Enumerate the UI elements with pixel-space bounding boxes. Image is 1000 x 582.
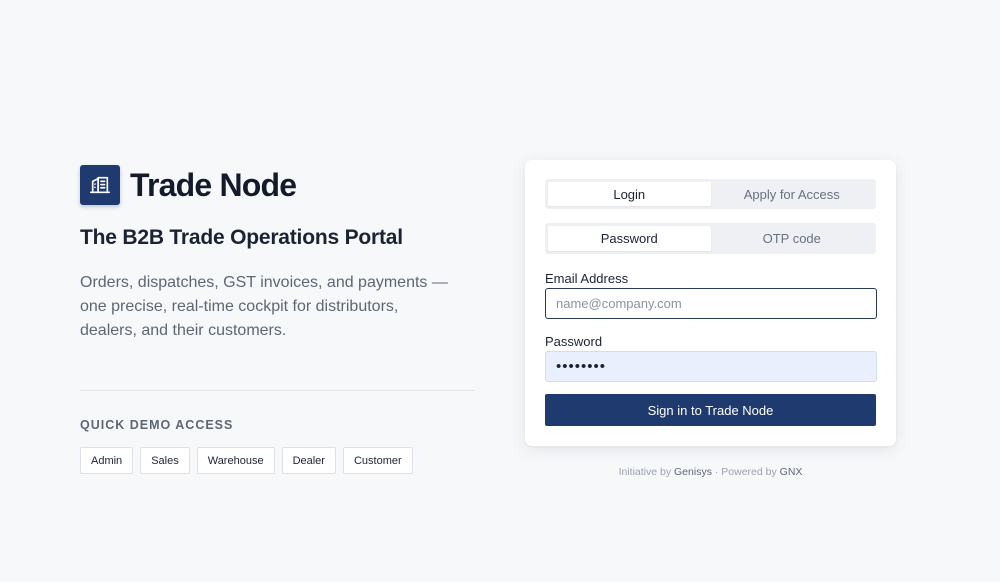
password-field[interactable] [545, 351, 877, 382]
demo-role-customer[interactable]: Customer [342, 447, 413, 474]
footer-separator: · [714, 466, 719, 478]
page-description: Orders, dispatches, GST invoices, and pa… [80, 274, 448, 339]
auth-mode-tabs: Login Apply for Access [545, 179, 876, 209]
page-title: The B2B Trade Operations Portal [80, 226, 403, 249]
tab-apply-for-access[interactable]: Apply for Access [711, 182, 874, 206]
brand: Trade Node [80, 165, 297, 205]
email-label: Email Address [545, 271, 629, 286]
building-icon [80, 165, 120, 205]
footer-powered-prefix: Powered by [721, 466, 777, 478]
login-card: Login Apply for Access Password OTP code… [525, 160, 896, 446]
tab-otp-code[interactable]: OTP code [711, 226, 874, 251]
demo-role-sales[interactable]: Sales [140, 447, 190, 474]
demo-access-heading: QUICK DEMO ACCESS [80, 418, 234, 432]
sign-in-button[interactable]: Sign in to Trade Node [545, 394, 876, 426]
footer-powered-org: GNX [779, 466, 803, 478]
email-field[interactable] [545, 288, 877, 319]
demo-role-list: Admin Sales Warehouse Dealer Customer [80, 447, 420, 474]
login-method-tabs: Password OTP code [545, 223, 876, 254]
demo-role-warehouse[interactable]: Warehouse [196, 447, 275, 474]
password-label: Password [545, 334, 603, 349]
demo-role-dealer[interactable]: Dealer [281, 447, 336, 474]
brand-name: Trade Node [130, 167, 297, 203]
tab-password[interactable]: Password [548, 226, 711, 251]
footer-initiative-org: Genisys [674, 466, 712, 478]
login-page: Trade Node The B2B Trade Operations Port… [0, 0, 1000, 582]
footer-initiative-prefix: Initiative by [618, 466, 672, 478]
tab-login[interactable]: Login [548, 182, 711, 206]
divider [80, 390, 474, 391]
demo-role-admin[interactable]: Admin [80, 447, 134, 474]
footer-credits: Initiative by Genisys · Powered by GNX [525, 466, 896, 478]
